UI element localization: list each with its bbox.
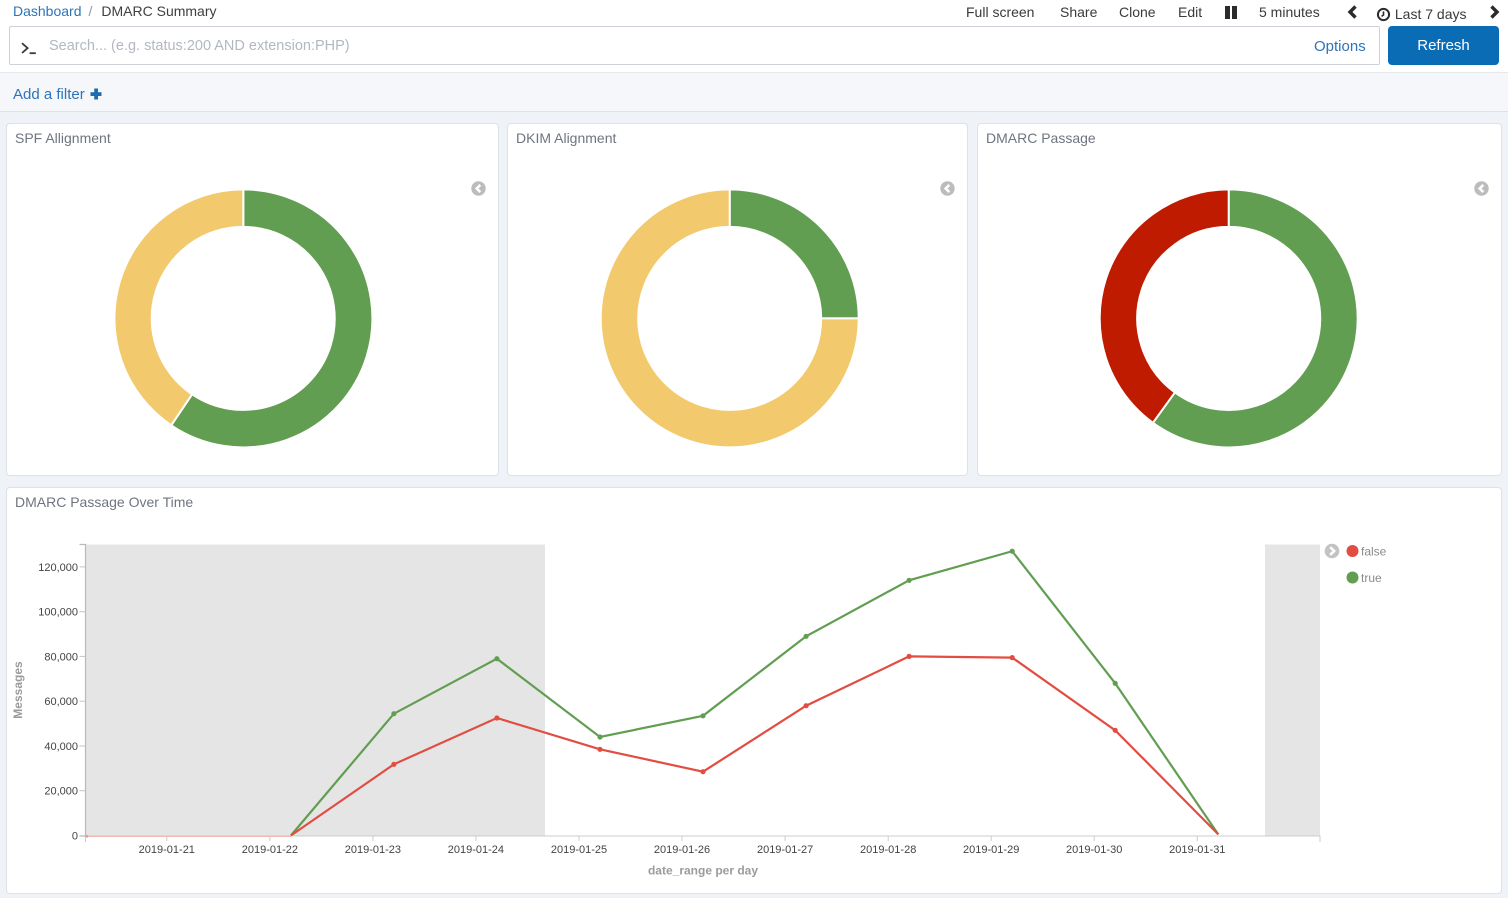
svg-text:2019-01-24: 2019-01-24 bbox=[448, 844, 504, 856]
svg-text:2019-01-25: 2019-01-25 bbox=[551, 844, 607, 856]
svg-text:120,000: 120,000 bbox=[38, 562, 78, 574]
svg-text:80,000: 80,000 bbox=[44, 651, 78, 663]
svg-text:2019-01-27: 2019-01-27 bbox=[757, 844, 813, 856]
svg-text:2019-01-21: 2019-01-21 bbox=[139, 844, 195, 856]
svg-text:2019-01-26: 2019-01-26 bbox=[654, 844, 710, 856]
svg-text:2019-01-28: 2019-01-28 bbox=[860, 844, 916, 856]
svg-text:date_range per day: date_range per day bbox=[648, 864, 758, 878]
svg-text:20,000: 20,000 bbox=[44, 786, 78, 798]
svg-text:true: true bbox=[1361, 571, 1382, 585]
svg-text:2019-01-23: 2019-01-23 bbox=[345, 844, 401, 856]
svg-text:100,000: 100,000 bbox=[38, 607, 78, 619]
svg-text:40,000: 40,000 bbox=[44, 741, 78, 753]
svg-text:2019-01-31: 2019-01-31 bbox=[1169, 844, 1225, 856]
svg-text:false: false bbox=[1361, 545, 1387, 559]
svg-text:0: 0 bbox=[72, 831, 78, 843]
svg-text:2019-01-29: 2019-01-29 bbox=[963, 844, 1019, 856]
svg-text:2019-01-22: 2019-01-22 bbox=[242, 844, 298, 856]
svg-text:60,000: 60,000 bbox=[44, 696, 78, 708]
svg-text:Messages: Messages bbox=[11, 661, 25, 719]
svg-text:2019-01-30: 2019-01-30 bbox=[1066, 844, 1122, 856]
